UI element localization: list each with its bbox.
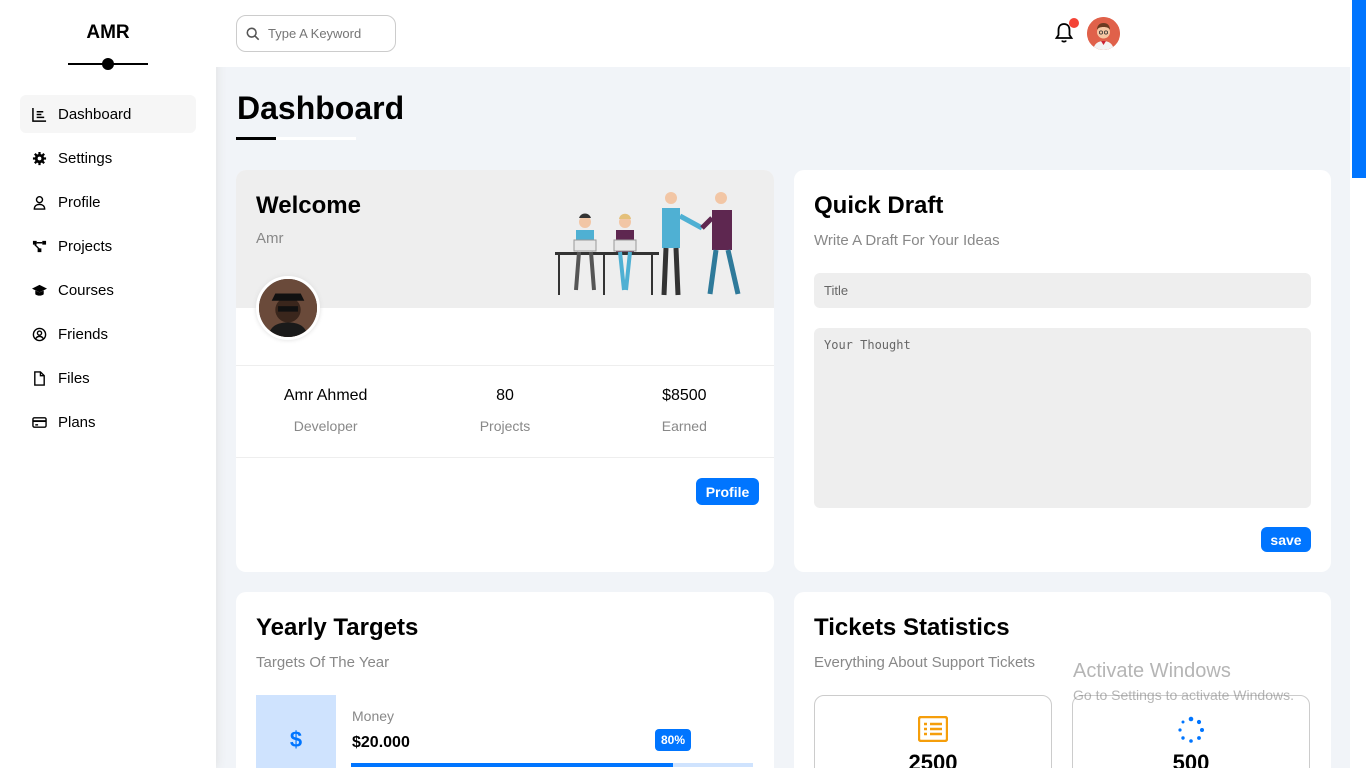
top-header: [216, 0, 1350, 67]
target-progress-badge: 80%: [655, 729, 691, 751]
credit-card-icon: [31, 414, 47, 430]
stat-value: Amr Ahmed: [283, 387, 368, 404]
windows-activation-watermark: Activate Windows Go to Settings to activ…: [1073, 660, 1294, 703]
sidebar-item-friends[interactable]: Friends: [20, 315, 196, 353]
dollar-icon: $: [256, 695, 336, 768]
sidebar-item-dashboard[interactable]: Dashboard: [20, 95, 196, 133]
sidebar: AMR Dashboard Settings Profile Projects: [0, 0, 216, 768]
avatar[interactable]: [1087, 17, 1120, 50]
sidebar-item-label: Courses: [58, 281, 114, 299]
target-label: Money: [352, 708, 395, 724]
quick-draft-card: Quick Draft Write A Draft For Your Ideas…: [794, 170, 1331, 572]
ticket-value: 2500: [908, 750, 958, 768]
sidebar-item-label: Plans: [58, 413, 96, 431]
sidebar-item-label: Friends: [58, 325, 109, 343]
yearly-targets-card: Yearly Targets Targets Of The Year $ Mon…: [236, 592, 774, 768]
brand-divider-dot: [102, 58, 114, 70]
draft-subtitle: Write A Draft For Your Ideas: [814, 232, 1000, 249]
stat-projects: 80 Projects: [415, 366, 594, 457]
save-button[interactable]: save: [1261, 527, 1311, 552]
stat-name: Amr Ahmed Developer: [236, 366, 415, 457]
sidebar-item-label: Settings: [58, 149, 113, 167]
watermark-subtitle: Go to Settings to activate Windows.: [1073, 687, 1294, 703]
target-value: $20.000: [352, 734, 410, 751]
draft-body-textarea[interactable]: Your Thought: [814, 328, 1311, 508]
target-progress-track: [351, 763, 753, 767]
sidebar-item-settings[interactable]: Settings: [20, 139, 196, 177]
sidebar-item-label: Files: [58, 369, 90, 387]
sidebar-item-plans[interactable]: Plans: [20, 403, 196, 441]
draft-title: Quick Draft: [814, 192, 944, 219]
page-scrollbar-thumb[interactable]: [1352, 0, 1366, 178]
search-input[interactable]: [268, 26, 378, 41]
stat-earned: $8500 Earned: [595, 366, 774, 457]
gear-icon: [31, 150, 47, 166]
profile-button[interactable]: Profile: [696, 478, 759, 505]
ticket-box: 500: [1072, 695, 1310, 768]
chart-icon: [31, 106, 47, 122]
draft-title-input[interactable]: Title: [814, 273, 1311, 308]
brand-title: AMR: [86, 22, 130, 43]
title-underline-accent: [236, 137, 276, 140]
targets-title: Yearly Targets: [256, 614, 419, 641]
graduation-cap-icon: [31, 282, 47, 298]
file-icon: [31, 370, 47, 386]
user-circle-icon: [31, 326, 47, 342]
stat-value: 80: [496, 387, 514, 404]
stat-label: Developer: [293, 418, 358, 434]
sidebar-nav: Dashboard Settings Profile Projects Cour…: [20, 95, 196, 447]
sidebar-item-label: Dashboard: [58, 105, 132, 123]
team-illustration: [555, 192, 741, 296]
sidebar-item-label: Projects: [58, 237, 113, 255]
sidebar-item-label: Profile: [58, 193, 101, 211]
list-icon: [918, 716, 948, 742]
page-title: Dashboard: [237, 90, 405, 126]
user-icon: [31, 194, 47, 210]
search-icon: [246, 27, 260, 40]
stat-label: Projects: [479, 418, 531, 434]
sidebar-item-projects[interactable]: Projects: [20, 227, 196, 265]
ticket-value: 500: [1172, 750, 1210, 768]
stat-label: Earned: [661, 418, 707, 434]
avatar[interactable]: [256, 276, 320, 340]
notification-dot: [1069, 18, 1079, 28]
sidebar-item-courses[interactable]: Courses: [20, 271, 196, 309]
stat-value: $8500: [662, 387, 707, 404]
target-progress-fill: [351, 763, 673, 767]
welcome-card: Welcome Amr Amr Ahmed Developer 80 Proje…: [236, 170, 774, 572]
sidebar-item-profile[interactable]: Profile: [20, 183, 196, 221]
welcome-header: Welcome Amr: [236, 170, 774, 308]
sidebar-item-files[interactable]: Files: [20, 359, 196, 397]
search-box[interactable]: [236, 15, 396, 52]
watermark-title: Activate Windows: [1073, 660, 1231, 682]
tickets-title: Tickets Statistics: [814, 614, 1010, 641]
welcome-stats: Amr Ahmed Developer 80 Projects $8500 Ea…: [236, 365, 774, 458]
ticket-box: 2500: [814, 695, 1052, 768]
spinner-icon: [1178, 716, 1204, 743]
diagram-icon: [31, 238, 47, 254]
targets-subtitle: Targets Of The Year: [256, 654, 390, 671]
